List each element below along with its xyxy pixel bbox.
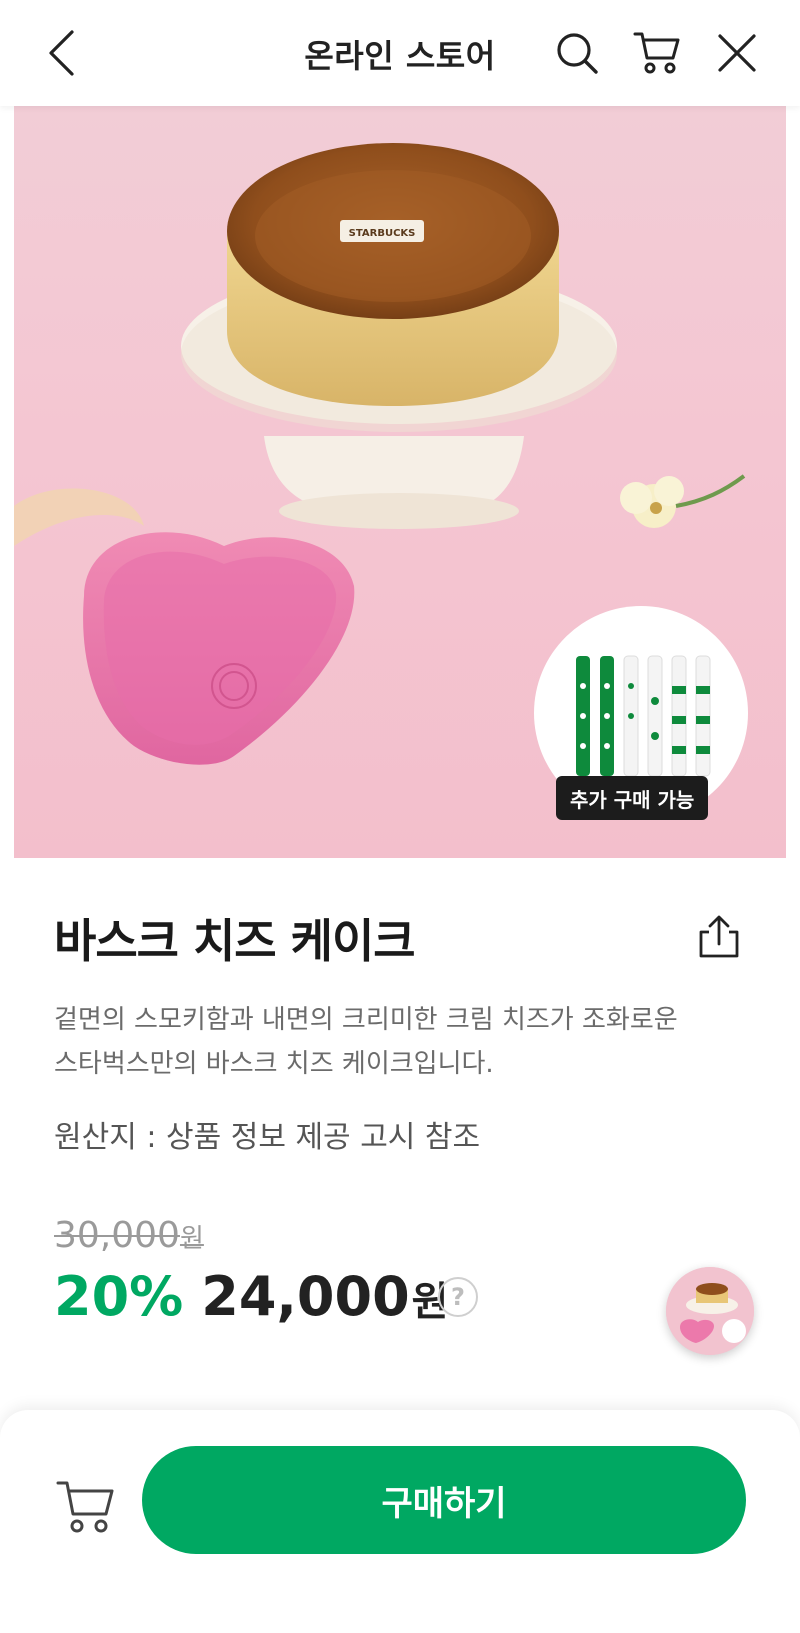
share-button[interactable] bbox=[692, 910, 746, 964]
cart-button[interactable] bbox=[630, 26, 684, 80]
original-price-value: 30,000 bbox=[54, 1215, 180, 1256]
price-help-icon[interactable]: ? bbox=[438, 1277, 478, 1317]
cake-logo-text: STARBUCKS bbox=[349, 228, 416, 239]
add-to-cart-button[interactable] bbox=[50, 1472, 120, 1542]
search-button[interactable] bbox=[550, 26, 604, 80]
share-icon bbox=[699, 915, 739, 958]
description-line: 겉면의 스모키함과 내면의 크리미한 크림 치즈가 조화로운 bbox=[54, 1005, 678, 1035]
addon-purchase-badge: 추가 구매 가능 bbox=[556, 776, 709, 820]
buy-button[interactable]: 구매하기 bbox=[142, 1446, 746, 1554]
description-line: 스타벅스만의 바스크 치즈 케이크입니다. bbox=[54, 1049, 494, 1079]
product-image[interactable]: STARBUCKS 추가 구매 가능 bbox=[14, 106, 786, 858]
floating-product-thumbnail[interactable] bbox=[666, 1267, 754, 1355]
origin-info: 원산지 : 상품 정보 제공 고시 참조 bbox=[54, 1120, 481, 1155]
discount-rate: 20% bbox=[54, 1265, 184, 1328]
product-description: 겉면의 스모키함과 내면의 크리미한 크림 치즈가 조화로운 스타벅스만의 바스… bbox=[54, 998, 754, 1086]
bottom-action-bar: 구매하기 bbox=[0, 1410, 800, 1633]
search-icon bbox=[557, 33, 598, 74]
original-price-unit: 원 bbox=[179, 1224, 204, 1254]
sale-price: 24,000 bbox=[201, 1265, 410, 1328]
top-app-bar: 온라인 스토어 bbox=[0, 0, 800, 106]
sale-price-row: 20% 24,000 원 bbox=[54, 1265, 448, 1328]
close-button[interactable] bbox=[710, 26, 764, 80]
cart-icon bbox=[56, 1481, 114, 1533]
close-icon bbox=[718, 34, 756, 72]
original-price: 30,000원 bbox=[54, 1215, 204, 1256]
product-name: 바스크 치즈 케이크 bbox=[54, 914, 416, 968]
cart-icon bbox=[633, 32, 680, 74]
thumbnail-image bbox=[666, 1267, 754, 1355]
